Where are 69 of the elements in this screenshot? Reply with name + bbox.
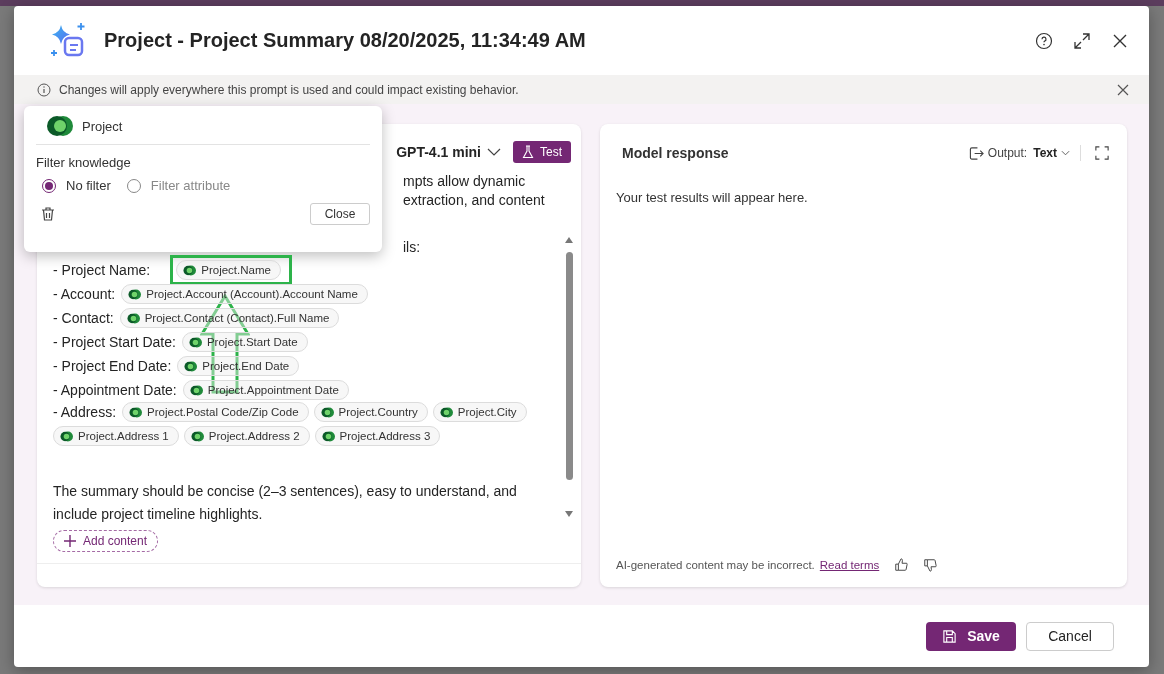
dialog-title: Project - Project Summary 08/20/2025, 11:34:49 AM — [104, 29, 586, 52]
output-dropdown[interactable]: Output: Text — [968, 145, 1070, 161]
field-label: - Project End Date: — [53, 358, 172, 374]
filter-radio[interactable]: No filter — [42, 178, 111, 193]
project-logo-icon — [188, 335, 202, 349]
variable-chip[interactable]: Project.Address 1 — [53, 426, 179, 446]
project-logo-icon — [60, 429, 73, 443]
project-logo-icon — [321, 429, 335, 443]
export-icon — [968, 145, 984, 161]
field-label: - Address: — [53, 404, 117, 420]
info-icon — [37, 82, 51, 97]
project-logo-icon — [129, 405, 143, 419]
prompt-text: ils: — [403, 239, 421, 255]
variable-chip[interactable]: Project.Account (Account).Account Name — [121, 284, 368, 304]
prompt-text: The summary should be concise (2–3 sentences), easy to understand, and include project timeline highlights. — [53, 482, 518, 524]
variable-chip[interactable]: Project.Country — [313, 402, 428, 422]
flask-icon — [522, 145, 534, 159]
filter-heading: Filter knowledge — [36, 155, 132, 170]
field-label: - Contact: — [53, 310, 114, 326]
variable-chip[interactable]: Project.Address 2 — [183, 426, 310, 446]
scrollbar[interactable] — [563, 236, 575, 518]
filter-radio[interactable]: Filter attribute — [126, 178, 231, 193]
field-label: - Account: — [53, 286, 116, 302]
scroll-up-icon[interactable] — [564, 236, 574, 244]
project-logo-icon — [439, 405, 453, 419]
project-logo-icon — [46, 115, 74, 137]
field-label: - Project Name: — [53, 262, 151, 278]
test-button[interactable]: Test — [513, 141, 571, 163]
cancel-button[interactable]: Cancel — [1026, 621, 1114, 651]
disclaimer-text: AI-generated content may be incorrect. — [616, 559, 815, 571]
card-title: Model response — [622, 145, 729, 161]
close-button[interactable]: Close — [310, 203, 370, 225]
save-icon — [942, 628, 958, 644]
help-icon[interactable] — [1035, 31, 1053, 50]
add-content-button[interactable]: Add content — [53, 530, 159, 552]
field-label: - Project Start Date: — [53, 334, 176, 350]
variable-chip[interactable]: Project.Name — [176, 260, 281, 280]
thumbs-up-icon[interactable] — [894, 558, 909, 572]
prompt-description: extraction, and content — [403, 191, 546, 210]
project-logo-icon — [126, 311, 140, 325]
variable-chip[interactable]: Project.Appointment Date — [182, 380, 349, 400]
thumbs-down-icon[interactable] — [923, 558, 938, 572]
fullscreen-icon[interactable] — [1095, 146, 1109, 160]
expand-icon[interactable] — [1073, 31, 1091, 50]
variable-chip[interactable]: Project.Postal Code/Zip Code — [122, 402, 309, 422]
field-label: - Appointment Date: — [53, 382, 177, 398]
read-terms-link[interactable]: Read terms — [819, 559, 880, 571]
project-logo-icon — [183, 263, 197, 277]
chevron-down-icon — [1061, 150, 1070, 156]
project-logo-icon — [190, 429, 204, 443]
response-output-field: Your test results will appear here. — [600, 164, 1127, 205]
banner-text: Changes will apply everywhere this prompt is used and could impact existing behavior. — [59, 82, 519, 97]
model-dropdown[interactable]: GPT-4.1 mini — [396, 144, 481, 160]
output-label: Output: — [987, 146, 1028, 160]
entity-name: Project — [82, 118, 123, 134]
plus-icon — [64, 535, 76, 547]
close-icon[interactable] — [1117, 83, 1129, 96]
project-logo-icon — [128, 287, 142, 301]
project-logo-icon — [320, 405, 334, 419]
output-value: Text — [1033, 146, 1057, 160]
trash-icon[interactable] — [40, 206, 56, 222]
save-button[interactable]: Save — [926, 621, 1016, 651]
variable-chip[interactable]: Project.City — [432, 402, 527, 422]
chevron-down-icon[interactable] — [487, 148, 501, 156]
scroll-down-icon[interactable] — [564, 510, 574, 518]
project-logo-icon — [184, 359, 198, 373]
project-logo-icon — [189, 383, 203, 397]
prompt-description: mpts allow dynamic — [403, 172, 527, 191]
variable-chip[interactable]: Project.Address 3 — [314, 426, 441, 446]
